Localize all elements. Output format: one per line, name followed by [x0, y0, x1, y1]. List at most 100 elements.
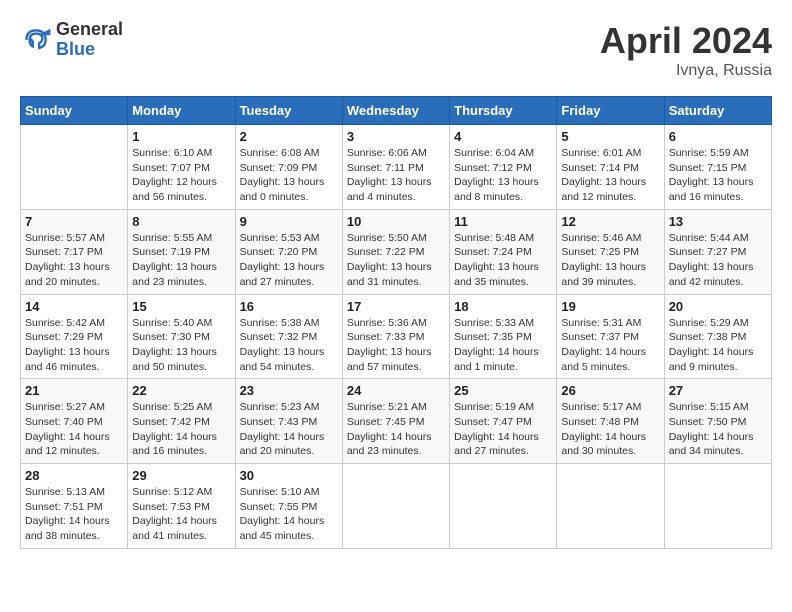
calendar-cell: 18Sunrise: 5:33 AMSunset: 7:35 PMDayligh… [450, 294, 557, 379]
day-info: Sunrise: 5:44 AMSunset: 7:27 PMDaylight:… [669, 231, 767, 290]
logo-blue-text: Blue [56, 40, 123, 60]
day-info: Sunrise: 5:27 AMSunset: 7:40 PMDaylight:… [25, 400, 123, 459]
day-number: 4 [454, 129, 552, 144]
day-info: Sunrise: 6:10 AMSunset: 7:07 PMDaylight:… [132, 146, 230, 205]
day-number: 27 [669, 383, 767, 398]
day-info: Sunrise: 5:55 AMSunset: 7:19 PMDaylight:… [132, 231, 230, 290]
calendar-header-row: SundayMondayTuesdayWednesdayThursdayFrid… [21, 97, 772, 125]
calendar-cell [664, 464, 771, 549]
calendar-cell: 16 Sunrise: 5:38 AMSunset: 7:32 PMDayligh… [235, 294, 342, 379]
weekday-header: Wednesday [342, 97, 449, 125]
calendar-row: 1 Sunrise: 6:10 AMSunset: 7:07 PMDaylight… [21, 125, 772, 210]
day-number: 24 [347, 383, 445, 398]
day-info: Sunrise: 5:15 AMSunset: 7:50 PMDaylight:… [669, 400, 767, 459]
day-info: Sunrise: 5:19 AMSunset: 7:47 PMDaylight:… [454, 400, 552, 459]
day-number: 25 [454, 383, 552, 398]
calendar-cell: 7Sunrise: 5:57 AMSunset: 7:17 PMDaylight… [21, 209, 128, 294]
calendar-cell: 4 Sunrise: 6:04 AMSunset: 7:12 PMDaylight… [450, 125, 557, 210]
calendar-cell [21, 125, 128, 210]
day-number: 23 [240, 383, 338, 398]
day-number: 22 [132, 383, 230, 398]
day-number: 10 [347, 214, 445, 229]
calendar-cell: 12Sunrise: 5:46 AMSunset: 7:25 PMDayligh… [557, 209, 664, 294]
day-number: 28 [25, 468, 123, 483]
day-number: 20 [669, 299, 767, 314]
day-number: 1 [132, 129, 230, 144]
weekday-header: Saturday [664, 97, 771, 125]
day-number: 8 [132, 214, 230, 229]
day-info: Sunrise: 5:10 AMSunset: 7:55 PMDaylight:… [240, 485, 338, 544]
weekday-header: Friday [557, 97, 664, 125]
calendar-cell: 23 Sunrise: 5:23 AMSunset: 7:43 PMDayligh… [235, 379, 342, 464]
day-info: Sunrise: 6:04 AMSunset: 7:12 PMDaylight:… [454, 146, 552, 205]
calendar-cell: 8 Sunrise: 5:55 AMSunset: 7:19 PMDaylight… [128, 209, 235, 294]
day-info: Sunrise: 5:29 AMSunset: 7:38 PMDaylight:… [669, 316, 767, 375]
calendar-cell: 28 Sunrise: 5:13 AMSunset: 7:51 PMDayligh… [21, 464, 128, 549]
day-info: Sunrise: 5:59 AMSunset: 7:15 PMDaylight:… [669, 146, 767, 205]
day-number: 13 [669, 214, 767, 229]
day-info: Sunrise: 6:06 AMSunset: 7:11 PMDaylight:… [347, 146, 445, 205]
calendar-cell: 19 Sunrise: 5:31 AMSunset: 7:37 PMDayligh… [557, 294, 664, 379]
day-number: 29 [132, 468, 230, 483]
calendar-row: 28 Sunrise: 5:13 AMSunset: 7:51 PMDayligh… [21, 464, 772, 549]
day-number: 9 [240, 214, 338, 229]
calendar-cell: 25 Sunrise: 5:19 AMSunset: 7:47 PMDayligh… [450, 379, 557, 464]
calendar-cell: 22 Sunrise: 5:25 AMSunset: 7:42 PMDayligh… [128, 379, 235, 464]
day-number: 12 [561, 214, 659, 229]
calendar-row: 7Sunrise: 5:57 AMSunset: 7:17 PMDaylight… [21, 209, 772, 294]
day-info: Sunrise: 5:17 AMSunset: 7:48 PMDaylight:… [561, 400, 659, 459]
day-info: Sunrise: 5:33 AMSunset: 7:35 PMDaylight:… [454, 316, 552, 375]
calendar-cell: 20 Sunrise: 5:29 AMSunset: 7:38 PMDayligh… [664, 294, 771, 379]
calendar-cell: 2Sunrise: 6:08 AMSunset: 7:09 PMDaylight… [235, 125, 342, 210]
day-info: Sunrise: 5:25 AMSunset: 7:42 PMDaylight:… [132, 400, 230, 459]
logo: General Blue [20, 20, 123, 60]
title-block: April 2024 Ivnya, Russia [600, 20, 772, 80]
day-info: Sunrise: 5:53 AMSunset: 7:20 PMDaylight:… [240, 231, 338, 290]
day-number: 11 [454, 214, 552, 229]
calendar-cell: 14 Sunrise: 5:42 AMSunset: 7:29 PMDayligh… [21, 294, 128, 379]
page-header: General Blue April 2024 Ivnya, Russia [20, 20, 772, 80]
day-number: 19 [561, 299, 659, 314]
day-number: 6 [669, 129, 767, 144]
day-info: Sunrise: 6:01 AMSunset: 7:14 PMDaylight:… [561, 146, 659, 205]
day-info: Sunrise: 5:31 AMSunset: 7:37 PMDaylight:… [561, 316, 659, 375]
month-year-title: April 2024 [600, 20, 772, 62]
day-info: Sunrise: 5:57 AMSunset: 7:17 PMDaylight:… [25, 231, 123, 290]
calendar-cell: 24 Sunrise: 5:21 AMSunset: 7:45 PMDayligh… [342, 379, 449, 464]
day-number: 3 [347, 129, 445, 144]
day-info: Sunrise: 5:13 AMSunset: 7:51 PMDaylight:… [25, 485, 123, 544]
day-info: Sunrise: 5:48 AMSunset: 7:24 PMDaylight:… [454, 231, 552, 290]
weekday-header: Sunday [21, 97, 128, 125]
day-info: Sunrise: 5:50 AMSunset: 7:22 PMDaylight:… [347, 231, 445, 290]
calendar-row: 14 Sunrise: 5:42 AMSunset: 7:29 PMDayligh… [21, 294, 772, 379]
day-number: 26 [561, 383, 659, 398]
weekday-header: Thursday [450, 97, 557, 125]
weekday-header: Tuesday [235, 97, 342, 125]
calendar-cell [557, 464, 664, 549]
day-info: Sunrise: 5:21 AMSunset: 7:45 PMDaylight:… [347, 400, 445, 459]
day-number: 14 [25, 299, 123, 314]
calendar-cell: 5 Sunrise: 6:01 AMSunset: 7:14 PMDaylight… [557, 125, 664, 210]
calendar-cell: 30Sunrise: 5:10 AMSunset: 7:55 PMDayligh… [235, 464, 342, 549]
calendar-cell: 6 Sunrise: 5:59 AMSunset: 7:15 PMDaylight… [664, 125, 771, 210]
day-number: 21 [25, 383, 123, 398]
day-number: 16 [240, 299, 338, 314]
day-info: Sunrise: 5:23 AMSunset: 7:43 PMDaylight:… [240, 400, 338, 459]
calendar-row: 21 Sunrise: 5:27 AMSunset: 7:40 PMDayligh… [21, 379, 772, 464]
calendar-cell: 10 Sunrise: 5:50 AMSunset: 7:22 PMDayligh… [342, 209, 449, 294]
day-number: 5 [561, 129, 659, 144]
calendar-cell: 11 Sunrise: 5:48 AMSunset: 7:24 PMDayligh… [450, 209, 557, 294]
calendar-cell: 26 Sunrise: 5:17 AMSunset: 7:48 PMDayligh… [557, 379, 664, 464]
day-number: 17 [347, 299, 445, 314]
location-text: Ivnya, Russia [600, 62, 772, 80]
weekday-header: Monday [128, 97, 235, 125]
day-info: Sunrise: 5:12 AMSunset: 7:53 PMDaylight:… [132, 485, 230, 544]
logo-text: General Blue [56, 20, 123, 60]
day-info: Sunrise: 6:08 AMSunset: 7:09 PMDaylight:… [240, 146, 338, 205]
day-info: Sunrise: 5:42 AMSunset: 7:29 PMDaylight:… [25, 316, 123, 375]
calendar-cell: 27 Sunrise: 5:15 AMSunset: 7:50 PMDayligh… [664, 379, 771, 464]
day-info: Sunrise: 5:36 AMSunset: 7:33 PMDaylight:… [347, 316, 445, 375]
day-info: Sunrise: 5:38 AMSunset: 7:32 PMDaylight:… [240, 316, 338, 375]
calendar-cell: 15Sunrise: 5:40 AMSunset: 7:30 PMDayligh… [128, 294, 235, 379]
logo-icon [20, 24, 52, 56]
